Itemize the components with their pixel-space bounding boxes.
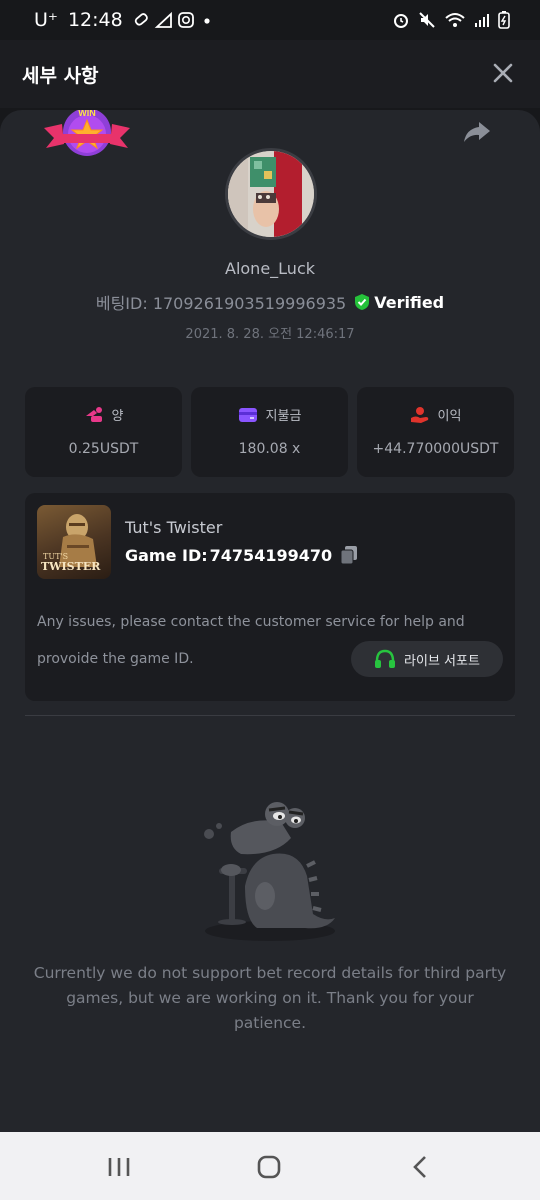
close-icon[interactable] [492,62,514,84]
live-support-button[interactable]: 라이브 서포트 [351,641,503,677]
stat-value-profit: +44.770000USDT [372,441,499,457]
username: Alone_Luck [225,259,315,278]
system-nav-bar [0,1132,540,1200]
stat-label-profit: 이익 [437,409,462,424]
battery-icon [498,11,510,29]
game-id-label: Game ID: [125,545,208,565]
game-card: TUT'S TWISTER Tut's Twister Game ID: 7475… [25,493,515,701]
crocodile-illustration-icon [204,802,335,941]
wifi-icon [445,13,465,27]
game-thumbnail: TUT'S TWISTER [37,505,111,579]
stat-value-amount: 0.25USDT [68,441,139,457]
clock: 12:48 [67,9,123,31]
status-bar: U⁺ 12:48 [0,0,540,40]
card-icon [238,407,257,422]
stat-label-amount: 양 [111,409,124,424]
stat-label-payout: 지불금 [265,409,302,424]
game-thumb-line2: TWISTER [41,560,101,573]
verified-label: Verified [374,292,445,312]
live-support-label: 라이브 서포트 [404,653,480,669]
support-notice-line2: provoide the game ID. [37,651,194,667]
carrier-label: U⁺ [34,9,58,31]
alarm-icon [394,14,408,28]
bet-datetime: 2021. 8. 28. 오전 12:46:17 [185,327,355,342]
header-bar: 세부 사항 [0,40,540,108]
empty-state-message: Currently we do not support bet record d… [33,964,507,1032]
bet-id-row: 베팅ID: 1709261903519996935 Verified [0,290,540,314]
home-icon[interactable] [254,1154,284,1180]
headset-icon [375,649,396,668]
game-name: Tut's Twister [125,518,223,537]
page-title: 세부 사항 [22,65,99,87]
copy-icon[interactable] [340,545,358,565]
game-id-row: Game ID: 74754199470 [125,545,358,565]
support-notice-line1: Any issues, please contact the customer … [37,614,465,630]
win-badge-icon: WIN [44,110,130,156]
stat-card-profit: 이익 +44.770000USDT [357,387,514,477]
avatar [225,148,317,240]
back-icon[interactable] [406,1154,436,1180]
win-badge-text: WIN [78,110,96,118]
avatar-image [228,151,314,237]
detail-sheet: WIN Alone_Luck 베팅ID: 1709261903519996935… [0,110,540,1132]
coins-icon [85,406,102,422]
stat-value-payout: 180.08 x [238,441,301,457]
mute-icon [419,12,435,28]
verified-badge: Verified [354,293,444,312]
shield-check-icon [355,294,370,310]
signal-icon [475,14,489,27]
game-id-value: 74754199470 [209,545,333,565]
notification-icons [134,11,210,28]
stat-card-payout: 지불금 180.08 x [191,387,348,477]
divider [25,715,515,716]
stat-card-amount: 양 0.25USDT [25,387,182,477]
bet-id: 베팅ID: 1709261903519996935 [95,294,347,313]
share-icon[interactable] [462,120,492,144]
recent-apps-icon[interactable] [104,1154,134,1180]
hand-coin-icon [410,406,428,423]
